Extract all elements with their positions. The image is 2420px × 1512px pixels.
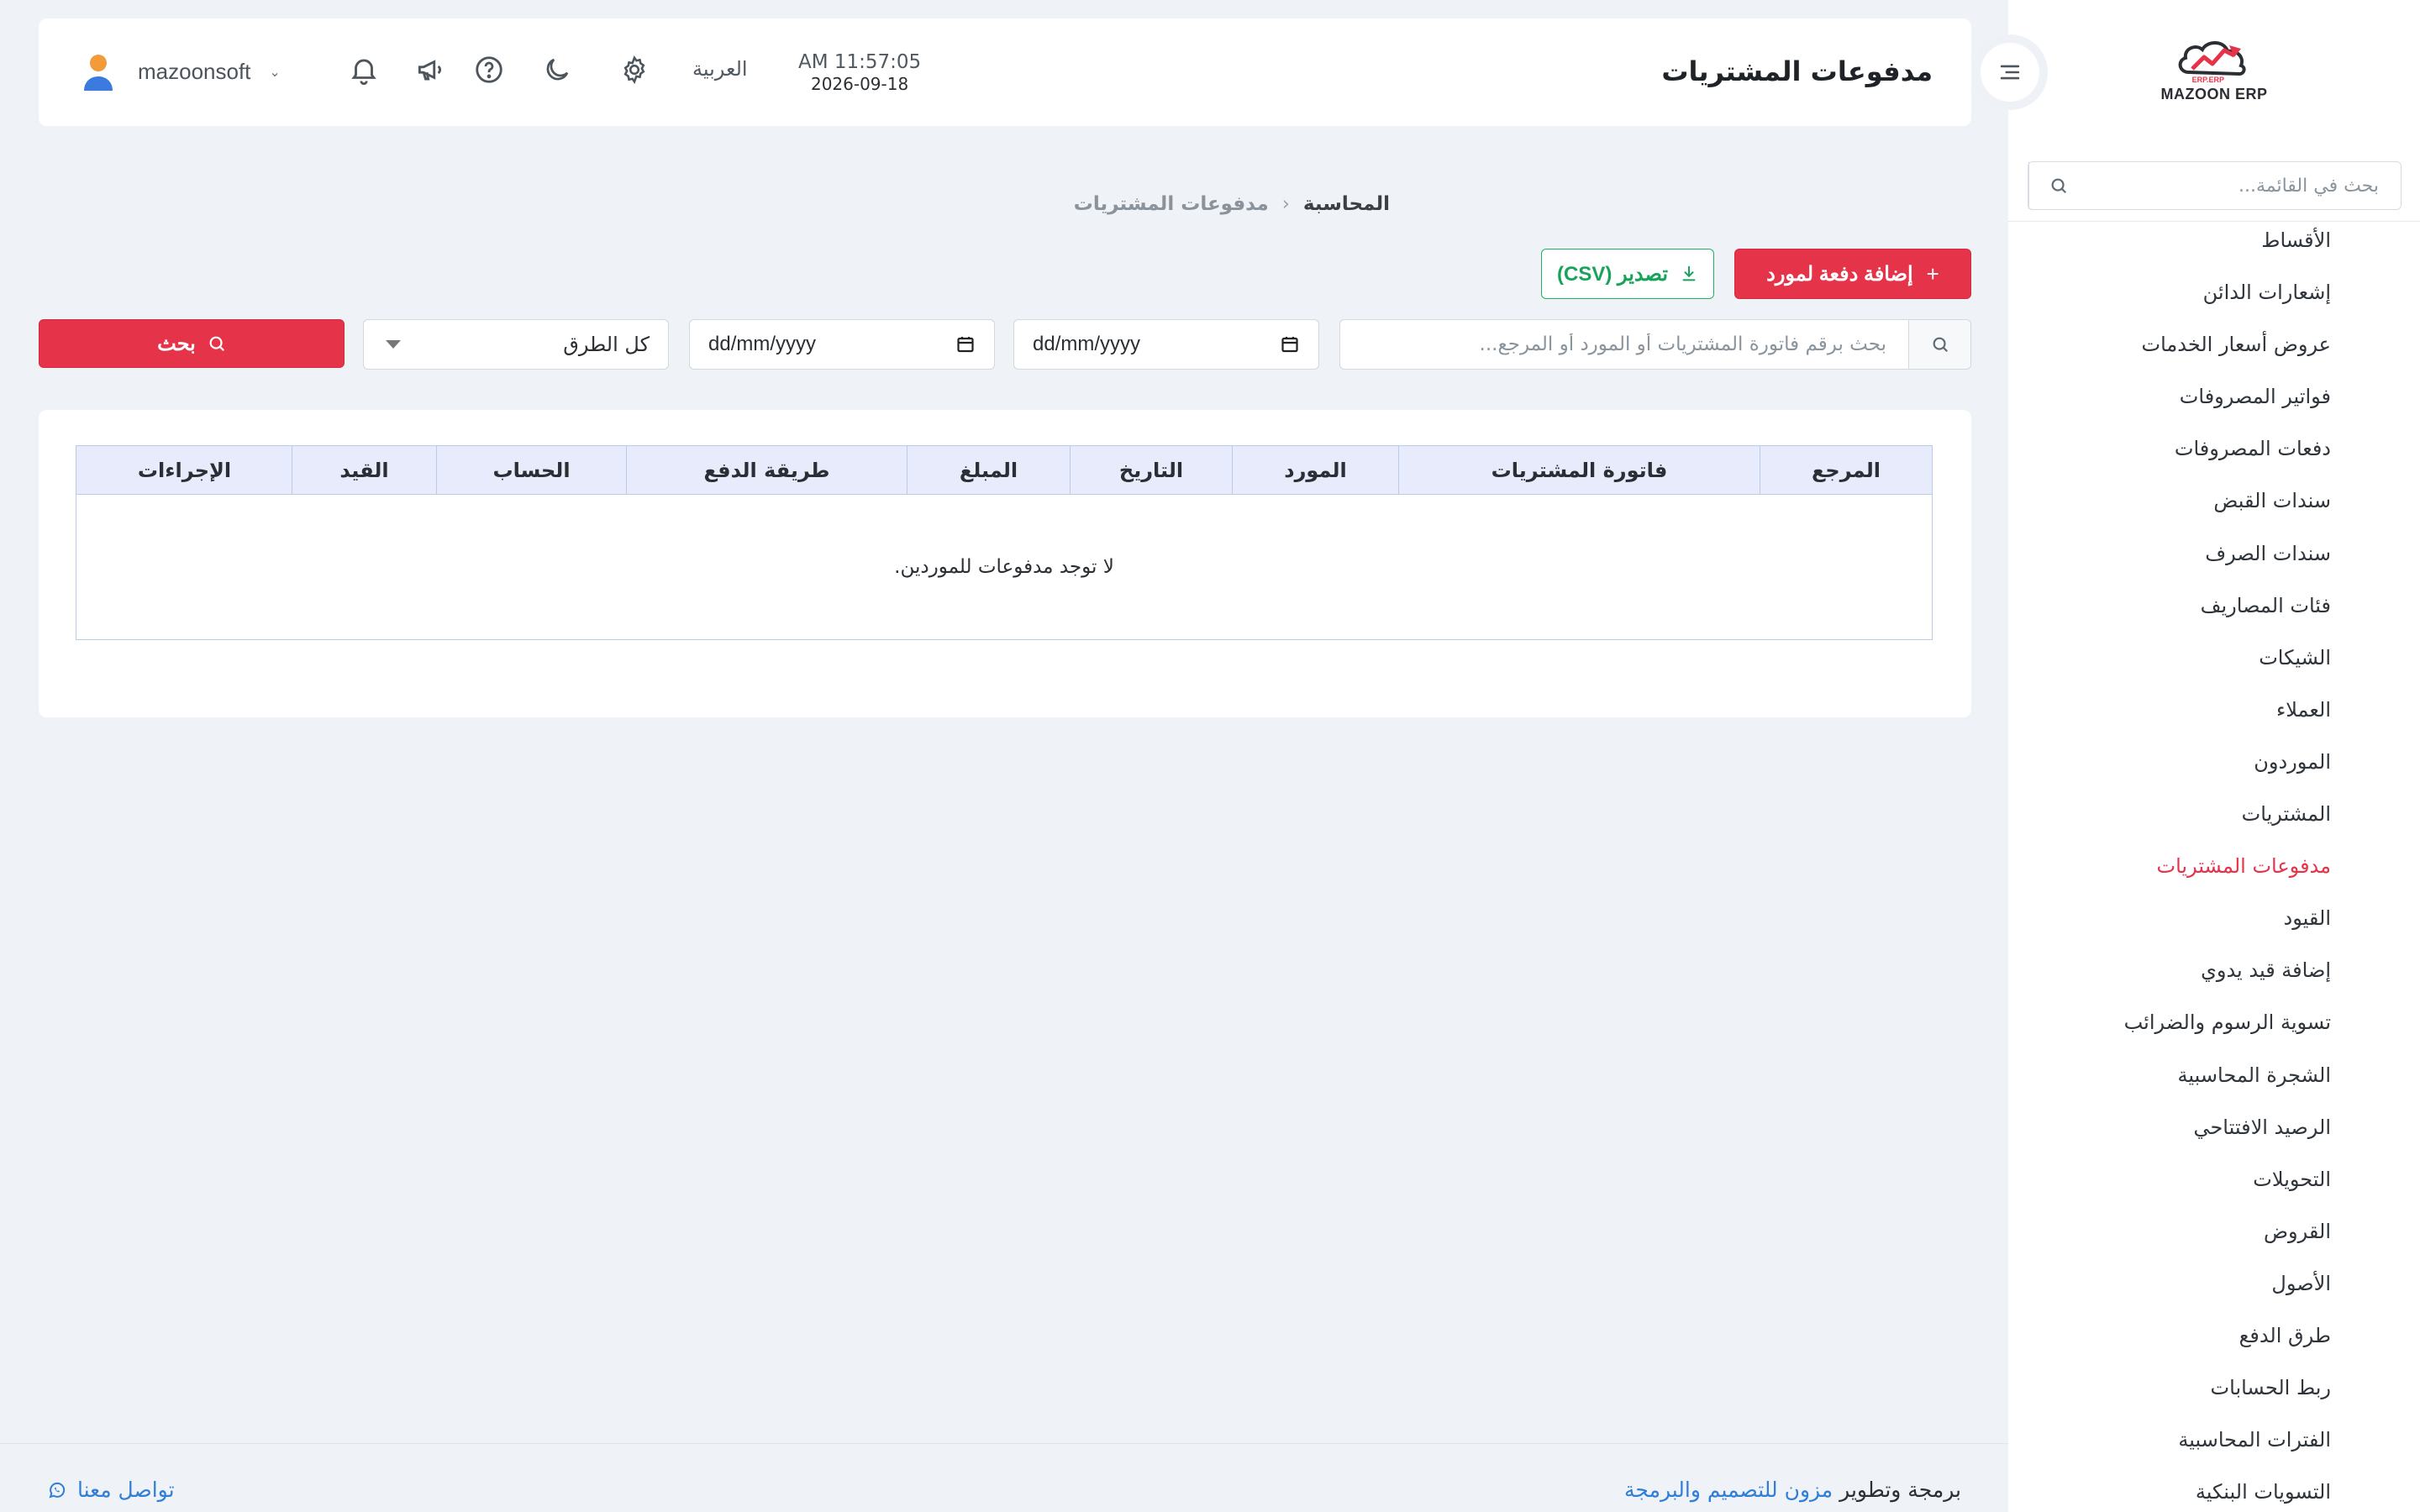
breadcrumb: المحاسبة ‹ مدفوعات المشتريات [1074,193,1390,215]
sidebar-item-bank-reconciliations[interactable]: التسويات البنكية [2124,1478,2331,1512]
plus-icon: + [1926,260,1939,286]
sidebar-item-payment-methods[interactable]: طرق الدفع [2124,1322,2331,1374]
sidebar-item-opening-balance[interactable]: الرصيد الافتتاحي [2124,1114,2331,1166]
column-reference: المرجع [1760,446,1932,494]
sidebar-item-suppliers[interactable]: الموردون [2124,748,2331,801]
sidebar-item-transfers[interactable]: التحويلات [2124,1166,2331,1218]
sidebar-search [2028,161,2402,210]
sidebar: ERP.ERP MAZOON ERP الأقساط إشعارات الدائ… [2008,0,2420,1512]
sidebar-item-add-manual-entry[interactable]: إضافة قيد يدوي [2124,957,2331,1009]
footer-credit-link[interactable]: مزون للتصميم والبرمجة [1624,1478,1833,1502]
user-menu[interactable]: mazoonsoft ⌄ [77,50,281,92]
clock-time: AM 11:57:05 [798,51,922,73]
bell-icon[interactable] [345,50,383,89]
sidebar-item-cheques[interactable]: الشيكات [2124,644,2331,696]
sidebar-item-receipt-vouchers[interactable]: سندات القبض [2124,487,2331,539]
search-icon[interactable] [2028,162,2087,209]
sidebar-toggle-button[interactable] [1972,34,2048,110]
sidebar-item-service-quotes[interactable]: عروض أسعار الخدمات [2124,331,2331,383]
column-purchase-invoice: فاتورة المشتريات [1398,446,1760,494]
payments-search-input[interactable] [1340,320,1908,369]
column-account: الحساب [436,446,626,494]
sidebar-item-journal-entries[interactable]: القيود [2124,905,2331,957]
column-amount: المبلغ [907,446,1070,494]
avatar [84,55,113,91]
moon-icon[interactable] [538,50,576,89]
help-icon[interactable] [470,50,508,89]
menu-icon [2000,65,2020,80]
sidebar-item-accounting-periods[interactable]: الفترات المحاسبية [2124,1426,2331,1478]
sidebar-item-credit-notes[interactable]: إشعارات الدائن [2124,279,2331,331]
breadcrumb-root[interactable]: المحاسبة [1303,193,1390,215]
page-title: مدفوعات المشتريات [1661,55,1933,87]
logo-text: MAZOON ERP [2160,86,2268,102]
sidebar-item-chart-of-accounts[interactable]: الشجرة المحاسبية [2124,1062,2331,1114]
breadcrumb-separator: ‹ [1281,193,1290,215]
sidebar-item-fees-taxes-settlement[interactable]: تسوية الرسوم والضرائب [2124,1009,2331,1061]
contact-label: تواصل معنا [77,1478,175,1502]
search-button[interactable]: بحث [39,319,345,368]
app-logo[interactable]: ERP.ERP MAZOON ERP [2160,35,2269,111]
logo-icon: ERP.ERP [2178,41,2246,84]
footer-credit: برمجة وتطوير مزون للتصميم والبرمجة [1624,1478,1961,1502]
sidebar-item-installments[interactable]: الأقساط [2124,227,2331,279]
footer: برمجة وتطوير مزون للتصميم والبرمجة تواصل… [0,1443,2008,1512]
top-header: مدفوعات المشتريات AM 11:57:05 2026-09-18… [39,18,1971,126]
whatsapp-icon [49,1482,66,1499]
filter-search [1339,319,1971,370]
date-from-value: dd/mm/yyyy [1033,333,1141,355]
sidebar-item-purchase-payments[interactable]: مدفوعات المشتريات [2124,853,2331,905]
export-button-label: تصدير (CSV) [1556,262,1669,286]
date-to-value: dd/mm/yyyy [708,333,817,355]
add-button-label: إضافة دفعة لمورد [1766,262,1913,286]
contact-link[interactable]: تواصل معنا [47,1478,175,1502]
sidebar-item-loans[interactable]: القروض [2124,1218,2331,1270]
calendar-icon[interactable] [1280,334,1300,354]
chevron-down-icon [386,340,401,349]
export-csv-button[interactable]: تصدير (CSV) [1541,249,1714,299]
date-to-field[interactable]: dd/mm/yyyy [689,319,995,370]
sidebar-item-purchases[interactable]: المشتريات [2124,801,2331,853]
column-date: التاريخ [1070,446,1232,494]
sidebar-item-account-linking[interactable]: ربط الحسابات [2124,1374,2331,1426]
download-icon [1682,265,1696,281]
language-switch[interactable]: العربية [692,57,748,81]
date-from-field[interactable]: dd/mm/yyyy [1013,319,1319,370]
clock-date: 2026-09-18 [810,74,909,94]
column-actions: الإجراءات [137,458,232,482]
search-icon [1908,320,1970,369]
megaphone-icon[interactable] [411,50,450,89]
sidebar-search-input[interactable] [2087,162,2401,209]
sidebar-menu: الأقساط إشعارات الدائن عروض أسعار الخدما… [2124,227,2331,1512]
sidebar-divider [2008,221,2420,222]
search-icon [209,336,224,352]
sidebar-item-expense-invoices[interactable]: فواتير المصروفات [2124,383,2331,435]
breadcrumb-current: مدفوعات المشتريات [1073,193,1269,215]
svg-text:ERP.ERP: ERP.ERP [2192,76,2224,84]
search-button-label: بحث [157,332,196,355]
sidebar-item-expense-payments[interactable]: دفعات المصروفات [2124,435,2331,487]
sidebar-item-payment-vouchers[interactable]: سندات الصرف [2124,540,2331,592]
username: mazoonsoft [138,58,251,84]
table-header: المرجع فاتورة المشتريات المورد التاريخ ا… [76,446,1932,495]
sidebar-item-expense-categories[interactable]: فئات المصاريف [2124,592,2331,644]
footer-credit-prefix: برمجة وتطوير [1839,1478,1961,1502]
payments-table: المرجع فاتورة المشتريات المورد التاريخ ا… [76,445,1933,640]
add-supplier-payment-button[interactable]: + إضافة دفعة لمورد [1734,249,1971,299]
payment-method-selected: كل الطرق [563,333,650,356]
payments-card: المرجع فاتورة المشتريات المورد التاريخ ا… [39,410,1971,717]
sidebar-item-assets[interactable]: الأصول [2124,1270,2331,1322]
column-entry: القيد [292,446,436,494]
clock: AM 11:57:05 2026-09-18 [798,50,921,94]
payment-method-select[interactable]: كل الطرق [363,319,669,370]
empty-state-message: لا توجد مدفوعات للموردين. [894,556,1114,578]
column-payment-method: طريقة الدفع [626,446,907,494]
sidebar-item-customers[interactable]: العملاء [2124,696,2331,748]
chevron-down-icon: ⌄ [269,63,281,80]
settings-icon[interactable] [615,50,654,89]
calendar-icon[interactable] [955,334,976,354]
column-supplier: المورد [1232,446,1398,494]
